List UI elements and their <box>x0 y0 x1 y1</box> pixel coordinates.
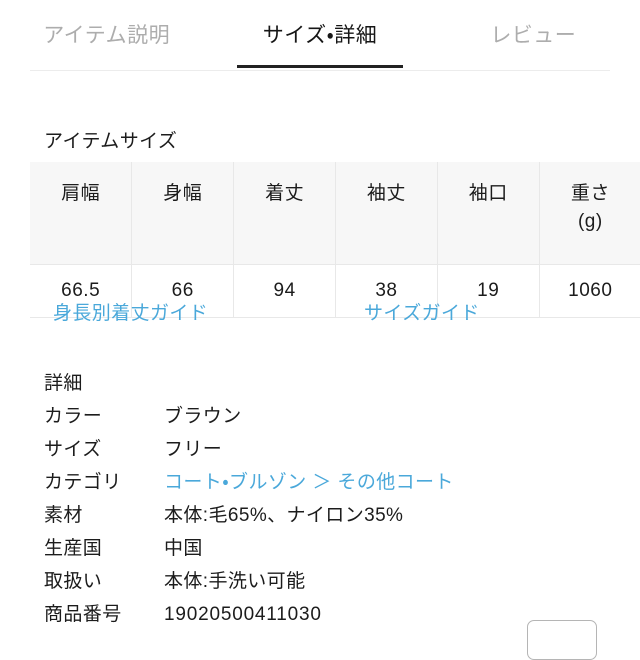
size-table-header-cell: 袖口 <box>437 162 540 265</box>
size-guide-link[interactable]: サイズガイド <box>364 303 480 326</box>
detail-row-country: 生産国 中国 <box>44 537 604 570</box>
size-table-header-cell: 袖丈 <box>335 162 438 265</box>
product-size-detail-page: アイテム説明 サイズ・詳細 レビュー アイテムサイズ 肩幅 身幅 着丈 袖丈 袖… <box>0 0 640 660</box>
size-guide-links: 身長別着丈ガイド サイズガイド <box>53 303 613 327</box>
header-text: 袖口 <box>468 183 508 204</box>
category-link[interactable]: コート・ブルゾン ＞ その他コート <box>164 471 454 495</box>
detail-row-material: 素材 本体:毛65%、ナイロン35% <box>44 504 604 537</box>
detail-row-item-number: 商品番号 19020500411030 <box>44 603 604 636</box>
detail-label: カテゴリ <box>44 472 122 493</box>
detail-row-color: カラー ブラウン <box>44 405 604 438</box>
header-text: 肩幅 <box>61 183 101 204</box>
header-text: 身幅 <box>163 183 203 204</box>
tab-label: サイズ・詳細 <box>262 23 378 47</box>
height-length-guide-link[interactable]: 身長別着丈ガイド <box>53 303 208 326</box>
tab-bar-divider <box>30 70 610 71</box>
active-tab-underline <box>236 64 403 68</box>
detail-row-size: サイズ フリー <box>44 438 604 471</box>
detail-row-category: カテゴリ コート・ブルゾン ＞ その他コート <box>44 471 604 504</box>
detail-label: サイズ <box>44 439 102 460</box>
tab-label: レビュー <box>490 23 577 47</box>
detail-label: 素材 <box>44 505 83 526</box>
detail-label: 商品番号 <box>44 604 122 625</box>
header-text: 重さ <box>570 183 610 204</box>
detail-label: 取扱い <box>44 571 103 592</box>
size-table: 肩幅 身幅 着丈 袖丈 袖口 重さ (g) 66.5 66 94 38 19 1… <box>30 162 640 318</box>
header-unit: (g) <box>577 210 603 232</box>
detail-label: カラー <box>44 406 103 427</box>
detail-list: カラー ブラウン サイズ フリー カテゴリ コート・ブルゾン ＞ その他コート … <box>44 405 604 636</box>
tab-reviews[interactable]: レビュー <box>427 5 640 68</box>
header-text: 着丈 <box>265 183 305 204</box>
tab-label: アイテム説明 <box>43 23 171 47</box>
size-table-header-cell: 肩幅 <box>30 162 133 265</box>
detail-row-care: 取扱い 本体:手洗い可能 <box>44 570 604 603</box>
header-text: 袖丈 <box>366 183 406 204</box>
floating-action-button[interactable] <box>527 620 597 660</box>
detail-label: 生産国 <box>44 538 103 559</box>
size-table-header-cell: 重さ (g) <box>539 162 640 265</box>
item-size-heading: アイテムサイズ <box>44 131 178 152</box>
tab-size-detail[interactable]: サイズ・詳細 <box>213 5 426 68</box>
tab-item-description[interactable]: アイテム説明 <box>0 5 213 68</box>
size-table-header-row: 肩幅 身幅 着丈 袖丈 袖口 重さ (g) <box>30 162 640 265</box>
size-table-header-cell: 着丈 <box>233 162 336 265</box>
detail-value: 19020500411030 <box>164 604 322 625</box>
size-table-header-cell: 身幅 <box>131 162 235 265</box>
size-table-container: 肩幅 身幅 着丈 袖丈 袖口 重さ (g) 66.5 66 94 38 19 1… <box>30 162 640 318</box>
detail-value: ブラウン <box>164 406 242 427</box>
detail-value: 中国 <box>164 538 203 559</box>
detail-heading: 詳細 <box>44 373 83 394</box>
detail-value: フリー <box>164 439 223 460</box>
detail-value: 本体:手洗い可能 <box>164 571 306 592</box>
tab-bar: アイテム説明 サイズ・詳細 レビュー <box>0 0 640 72</box>
detail-value: 本体:毛65%、ナイロン35% <box>164 505 404 526</box>
